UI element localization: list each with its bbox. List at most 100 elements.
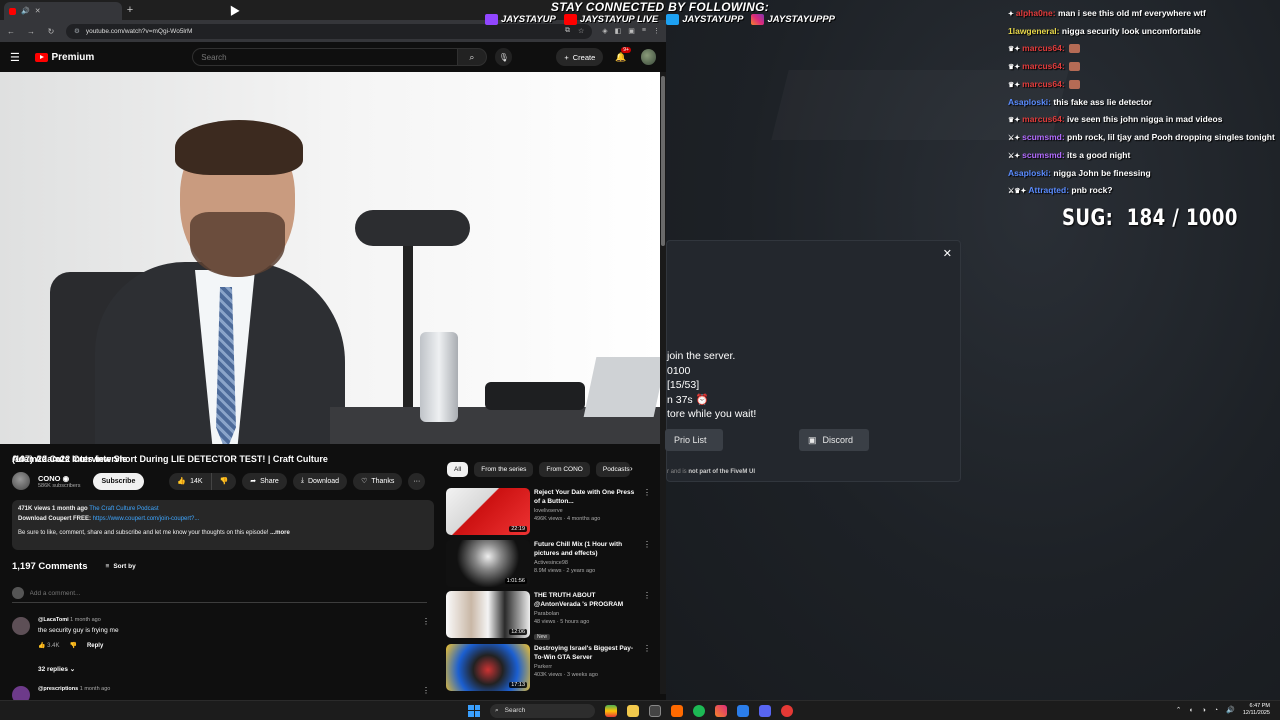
comment-author[interactable]: @prescriptions	[38, 686, 78, 692]
reply-button[interactable]: Reply	[87, 643, 103, 649]
microphone-icon: 🎙	[498, 52, 509, 62]
comment-menu-icon[interactable]: ⋮	[422, 686, 430, 695]
back-icon[interactable]: ←	[6, 27, 16, 36]
recommendation-menu-icon[interactable]: ⋮	[643, 644, 651, 692]
file-explorer-icon[interactable]	[627, 704, 639, 717]
share-button[interactable]: ➦ Share	[242, 472, 287, 490]
more-actions-button[interactable]: ···	[408, 472, 426, 490]
download-button[interactable]: ⤓ Download	[292, 472, 348, 490]
chip-channel[interactable]: From CONO	[539, 462, 590, 477]
add-comment-input[interactable]	[29, 589, 427, 597]
recommendation-item[interactable]: 17:13 Destroying Israel's Biggest Pay-To…	[446, 644, 651, 692]
sort-button[interactable]: ≡ Sort by	[106, 563, 136, 570]
taskbar: ⌕ Search ⌃ ◐ ◑ ◔ 🔊 6:47 PM 12/11/2025	[0, 700, 1280, 720]
extension-icon[interactable]: ◧	[615, 27, 622, 35]
extension-icon[interactable]: ≡	[642, 27, 646, 35]
app-icon[interactable]	[671, 704, 683, 717]
discord-button[interactable]: ▣ Discord	[799, 429, 869, 451]
recommendation-thumbnail[interactable]: 22:19	[446, 488, 530, 535]
chat-badge-icon: ⚔♛✦	[1008, 188, 1027, 195]
chip-all[interactable]: All	[447, 462, 469, 477]
extension-icon[interactable]: ◈	[602, 27, 607, 35]
taskbar-search[interactable]: ⌕ Search	[490, 703, 595, 718]
more-link[interactable]: ...more	[270, 530, 290, 536]
close-icon[interactable]: ✕	[943, 247, 952, 260]
recommendation-title[interactable]: Destroying Israel's Biggest Pay-To-Win G…	[534, 644, 640, 662]
recommendation-title[interactable]: Reject Your Date with One Press of a But…	[534, 488, 640, 506]
forward-icon[interactable]: →	[26, 27, 36, 36]
tab-youtube[interactable]: (107) Adam22 Cuts Intervie 🔊 ✕	[4, 2, 127, 464]
create-button[interactable]: + Create	[556, 48, 604, 66]
chat-message: ♛✦ marcus64: ive seen this john nigga in …	[1008, 114, 1223, 124]
menu-icon[interactable]: ☰	[10, 51, 25, 64]
recommendation-item[interactable]: 12:06 THE TRUTH ABOUT @AntonVerada 's PR…	[446, 591, 651, 640]
video-player[interactable]	[0, 72, 660, 444]
tray-app-icon[interactable]: ◑	[1202, 707, 1206, 714]
subscribe-button[interactable]: Subscribe	[92, 472, 145, 490]
comment-author[interactable]: @LacaTomi	[38, 617, 69, 623]
clock[interactable]: 6:47 PM 12/11/2025	[1243, 703, 1270, 717]
like-button[interactable]: 👍 14K	[169, 472, 212, 490]
description-box[interactable]: 471K views 1 month ago The Craft Culture…	[12, 500, 434, 550]
chrome-icon[interactable]	[605, 704, 617, 717]
close-tab-icon[interactable]: ✕	[35, 7, 41, 15]
ccleaner-icon[interactable]	[737, 704, 749, 717]
comment-dislike-button[interactable]: 👎	[69, 642, 76, 649]
install-icon[interactable]: ⧉	[565, 27, 570, 35]
app-icon[interactable]	[781, 704, 793, 717]
network-icon[interactable]: ◔	[1214, 707, 1218, 714]
recommendation-thumbnail[interactable]: 1:01:56	[446, 540, 530, 587]
terminal-icon[interactable]	[649, 704, 661, 717]
site-info-icon[interactable]: ⚙	[74, 27, 80, 35]
recommendation-menu-icon[interactable]: ⋮	[643, 591, 651, 639]
recommendation-menu-icon[interactable]: ⋮	[643, 540, 651, 588]
comment-menu-icon[interactable]: ⋮	[422, 617, 430, 626]
view-replies-button[interactable]: 32 replies ⌄	[38, 665, 75, 673]
chip-series[interactable]: From the series	[474, 462, 534, 477]
recommendation-thumbnail[interactable]: 12:06	[446, 591, 530, 638]
url-text[interactable]: youtube.com/watch?v=mQgi-Wo5lrM	[86, 28, 193, 35]
recommendation-title[interactable]: THE TRUTH ABOUT @AntonVerada 's PROGRAM	[534, 591, 640, 609]
address-bar[interactable]: ⚙ youtube.com/watch?v=mQgi-Wo5lrM ⧉ ☆	[66, 23, 593, 39]
voice-search-button[interactable]: 🎙	[494, 48, 513, 66]
notifications-button[interactable]: 🔔 9+	[615, 46, 631, 63]
dislike-button[interactable]: 👎	[211, 472, 237, 490]
prio-list-button[interactable]: Prio List	[665, 429, 723, 451]
recommendation-item[interactable]: 1:01:56 Future Chill Mix (1 Hour with pi…	[446, 540, 651, 588]
podcast-link[interactable]: The Craft Culture Podcast	[89, 506, 158, 512]
extension-icon[interactable]: ▣	[628, 27, 635, 35]
channel-avatar[interactable]	[12, 472, 30, 490]
bookmark-star-icon[interactable]: ☆	[578, 27, 584, 35]
comment-avatar[interactable]	[12, 617, 30, 635]
recommendation-channel[interactable]: Activesince98	[534, 560, 640, 566]
youtube-logo[interactable]: Premium	[35, 52, 94, 63]
recommendation-channel[interactable]: lovelivserve	[534, 508, 640, 514]
search-input[interactable]	[201, 52, 457, 62]
recommendation-thumbnail[interactable]: 17:13	[446, 644, 530, 691]
chip-podcasts[interactable]: Podcasts	[595, 462, 630, 477]
discord-app-icon[interactable]	[759, 704, 771, 717]
account-avatar[interactable]	[640, 49, 656, 65]
tray-app-icon[interactable]: ◐	[1189, 707, 1193, 714]
coupon-link[interactable]: https://www.coupert.com/join-coupert?...	[93, 516, 200, 522]
volume-icon[interactable]: 🔊	[1226, 706, 1235, 714]
recommendation-menu-icon[interactable]: ⋮	[643, 488, 651, 536]
spotify-icon[interactable]	[693, 704, 705, 717]
thanks-button[interactable]: ♡ Thanks	[353, 472, 403, 490]
recommendation-channel[interactable]: Parkerr	[534, 664, 640, 670]
comment-avatar[interactable]	[12, 686, 30, 700]
recommendation-title[interactable]: Future Chill Mix (1 Hour with pictures a…	[534, 540, 640, 558]
audio-icon[interactable]: 🔊	[21, 7, 30, 15]
recommendation-item[interactable]: 22:19 Reject Your Date with One Press of…	[446, 488, 651, 536]
comment-like-button[interactable]: 👍 3.4K	[38, 642, 59, 649]
chevron-right-icon[interactable]: ›	[630, 464, 633, 473]
chevron-up-icon[interactable]: ⌃	[1176, 706, 1182, 714]
menu-dots-icon[interactable]: ⋮	[653, 27, 660, 35]
instagram-app-icon[interactable]	[715, 704, 727, 717]
search-button[interactable]: ⌕	[457, 48, 487, 66]
new-tab-button[interactable]: +	[122, 4, 138, 16]
recommendation-channel[interactable]: Parabolan	[534, 611, 640, 617]
windows-start-icon[interactable]	[468, 704, 480, 717]
channel-name[interactable]: CONO ◉	[38, 474, 81, 483]
reload-icon[interactable]: ↻	[46, 27, 56, 36]
